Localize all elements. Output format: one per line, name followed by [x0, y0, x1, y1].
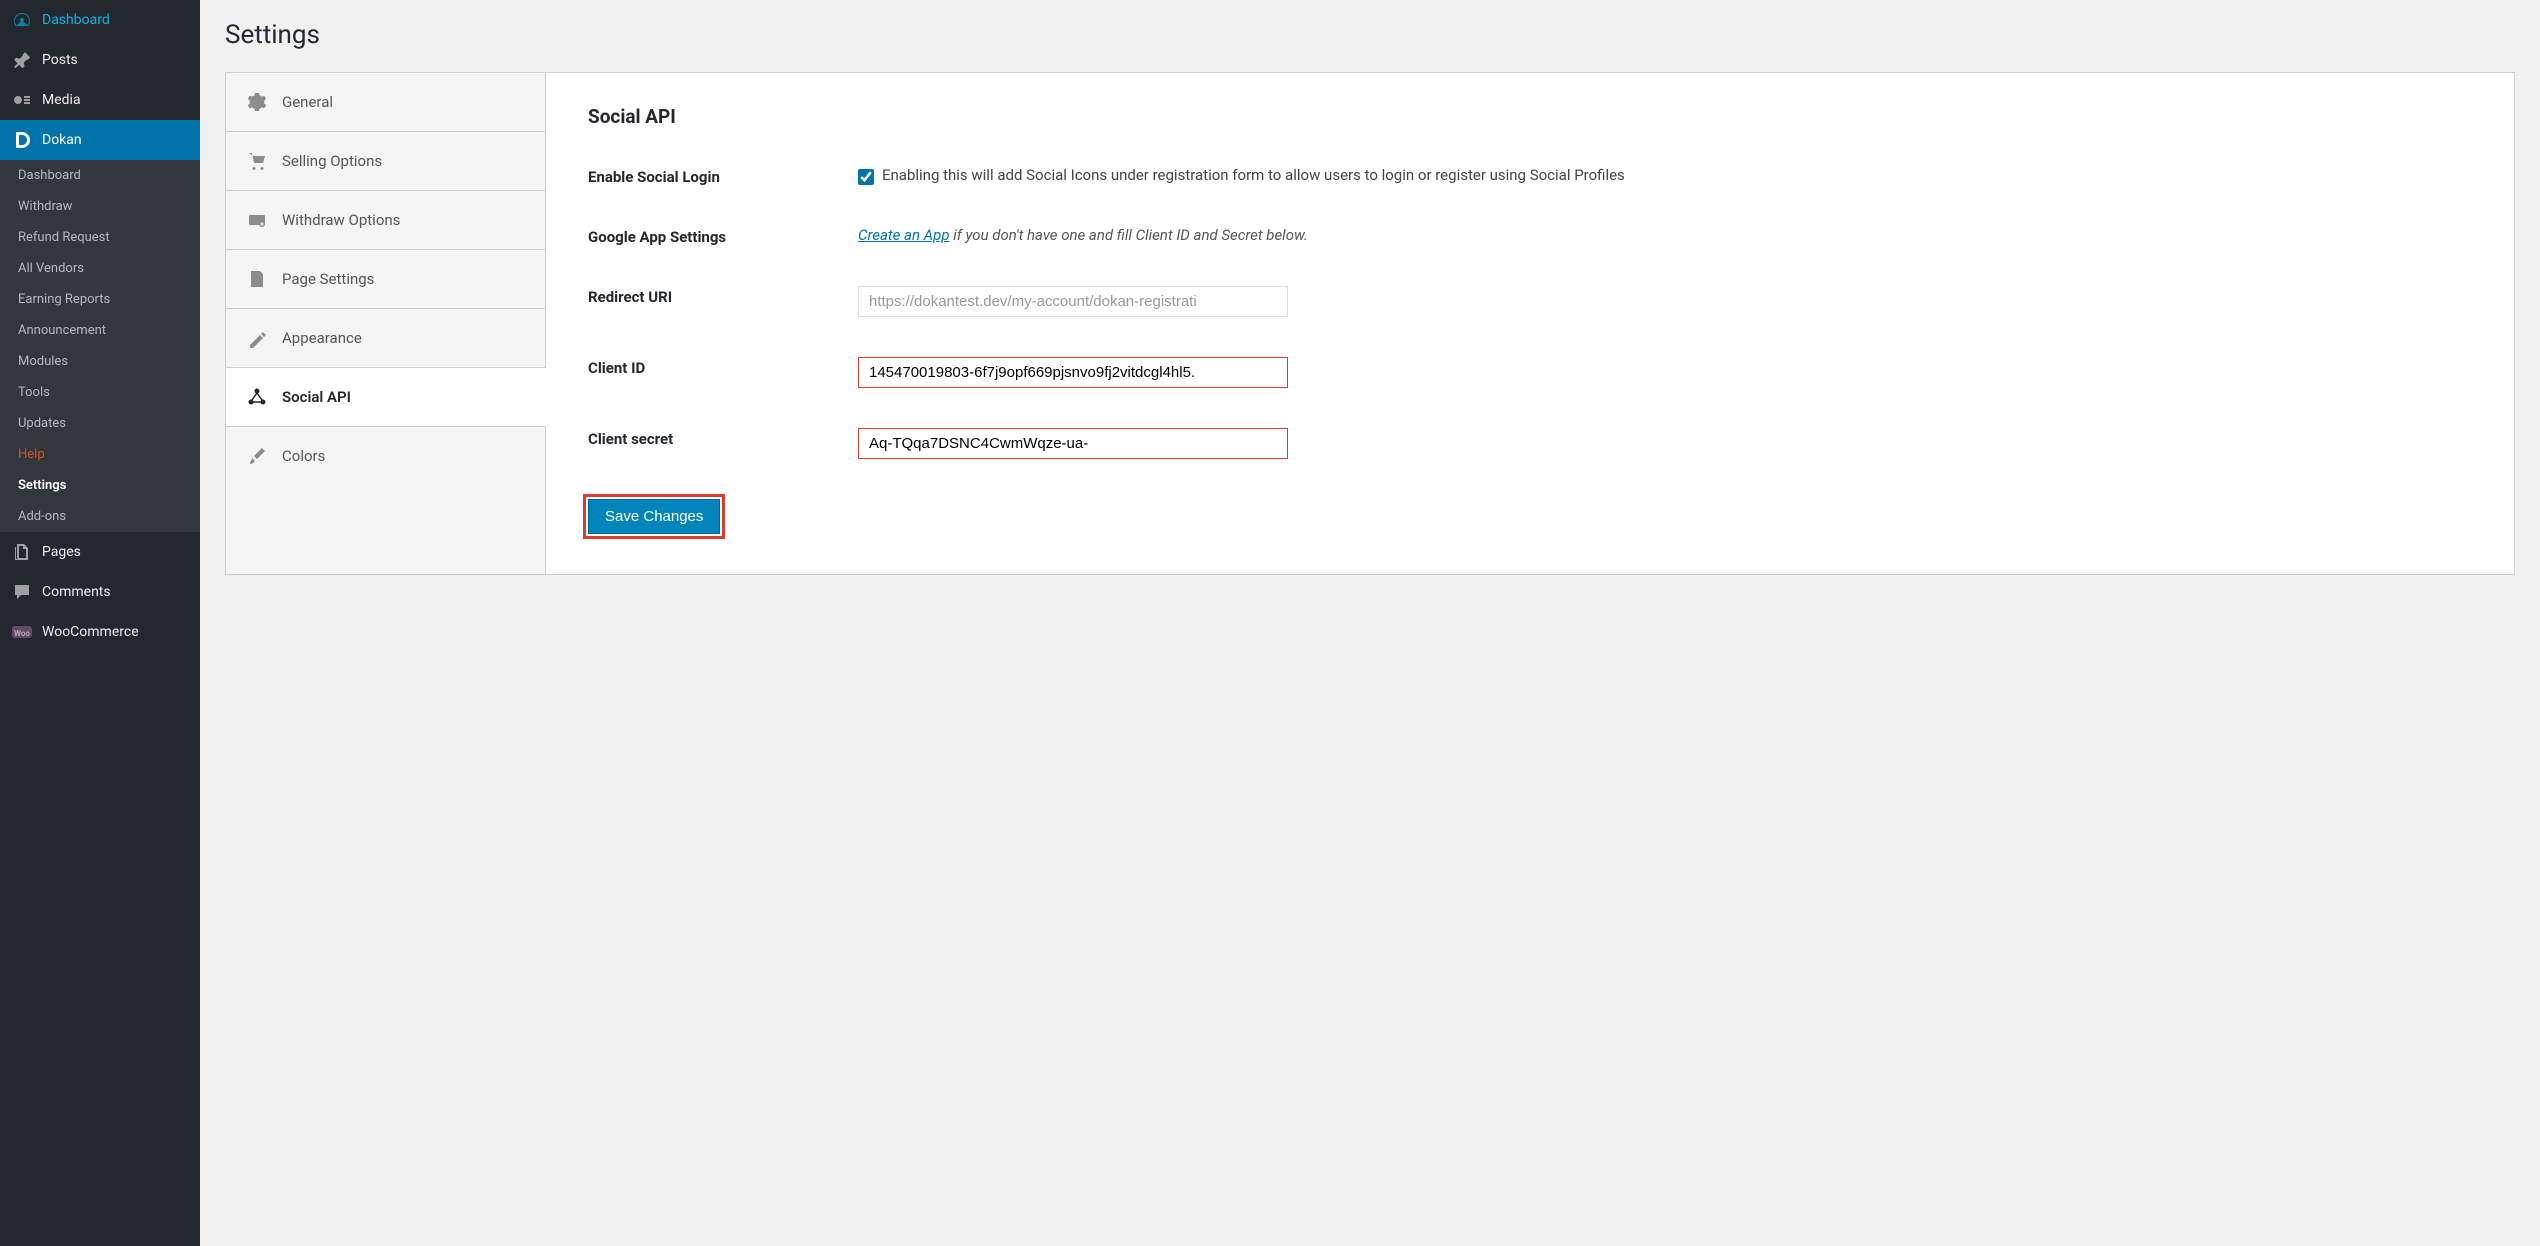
client-secret-label: Client secret [588, 428, 858, 448]
sidebar-item-label: WooCommerce [42, 624, 139, 640]
row-google-settings: Google App Settings Create an App if you… [588, 226, 2472, 246]
settings-panel: Social API Enable Social Login Enabling … [546, 73, 2514, 574]
sidebar-item-label: Media [42, 92, 81, 108]
sidebar-item-label: Posts [42, 52, 78, 68]
pages-icon [12, 542, 32, 562]
pin-icon [12, 50, 32, 70]
cart-icon [246, 150, 268, 172]
row-client-id: Client ID [588, 357, 2472, 388]
withdraw-icon [246, 209, 268, 231]
submenu-item-dashboard[interactable]: Dashboard [0, 160, 200, 191]
settings-tabs: General Selling Options Withdraw Options [226, 73, 546, 574]
dokan-icon [12, 130, 32, 150]
tab-label: Colors [282, 447, 325, 465]
tab-label: Appearance [282, 329, 362, 347]
submenu-item-updates[interactable]: Updates [0, 408, 200, 439]
tab-label: Selling Options [282, 152, 382, 170]
google-settings-label: Google App Settings [588, 226, 858, 246]
submenu-item-help[interactable]: Help [0, 439, 200, 470]
submenu-item-addons[interactable]: Add-ons [0, 501, 200, 532]
save-changes-button[interactable]: Save Changes [588, 499, 720, 534]
row-redirect-uri: Redirect URI [588, 286, 2472, 317]
tab-label: Withdraw Options [282, 211, 400, 229]
page-title: Settings [225, 20, 2515, 50]
enable-social-desc: Enabling this will add Social Icons unde… [882, 166, 1625, 185]
gear-icon [246, 91, 268, 113]
client-id-input[interactable] [858, 357, 1288, 388]
tab-label: Social API [282, 388, 351, 406]
sidebar-item-label: Pages [42, 544, 81, 560]
redirect-uri-input[interactable] [858, 286, 1288, 317]
sidebar-item-label: Dokan [42, 132, 82, 148]
sidebar-item-dashboard[interactable]: Dashboard [0, 0, 200, 40]
submenu-item-withdraw[interactable]: Withdraw [0, 191, 200, 222]
comment-icon [12, 582, 32, 602]
main-content: Settings General Selling Options [200, 0, 2540, 1246]
client-secret-input[interactable] [858, 428, 1288, 459]
tab-colors[interactable]: Colors [226, 427, 545, 485]
page-icon [246, 268, 268, 290]
panel-title: Social API [588, 105, 2472, 128]
svg-text:Woo: Woo [14, 629, 30, 638]
sidebar-item-woocommerce[interactable]: Woo WooCommerce [0, 612, 200, 652]
tab-withdraw[interactable]: Withdraw Options [226, 191, 545, 250]
client-id-label: Client ID [588, 357, 858, 377]
sidebar-item-media[interactable]: Media [0, 80, 200, 120]
tab-label: Page Settings [282, 270, 374, 288]
settings-container: General Selling Options Withdraw Options [225, 72, 2515, 575]
submenu-item-refund[interactable]: Refund Request [0, 222, 200, 253]
submenu-item-tools[interactable]: Tools [0, 377, 200, 408]
sidebar-item-dokan[interactable]: Dokan [0, 120, 200, 160]
sidebar-item-comments[interactable]: Comments [0, 572, 200, 612]
submenu-item-announcement[interactable]: Announcement [0, 315, 200, 346]
redirect-uri-label: Redirect URI [588, 286, 858, 306]
tab-appearance[interactable]: Appearance [226, 309, 545, 368]
admin-sidebar: Dashboard Posts Media Dokan Dashboard Wi… [0, 0, 200, 1246]
tab-social-api[interactable]: Social API [226, 368, 546, 427]
tab-page-settings[interactable]: Page Settings [226, 250, 545, 309]
enable-social-checkbox[interactable] [858, 169, 874, 185]
sidebar-item-pages[interactable]: Pages [0, 532, 200, 572]
submenu-item-vendors[interactable]: All Vendors [0, 253, 200, 284]
create-app-link[interactable]: Create an App [858, 226, 950, 244]
tab-label: General [282, 93, 333, 111]
dokan-submenu: Dashboard Withdraw Refund Request All Ve… [0, 160, 200, 532]
brush-icon [246, 445, 268, 467]
appearance-icon [246, 327, 268, 349]
dashboard-icon [12, 10, 32, 30]
row-client-secret: Client secret [588, 428, 2472, 459]
sidebar-item-label: Dashboard [42, 12, 110, 28]
sidebar-item-label: Comments [42, 584, 111, 600]
tab-selling[interactable]: Selling Options [226, 132, 545, 191]
sidebar-item-posts[interactable]: Posts [0, 40, 200, 80]
submenu-item-settings[interactable]: Settings [0, 470, 200, 501]
enable-social-label: Enable Social Login [588, 166, 858, 186]
network-icon [246, 386, 268, 408]
submenu-item-modules[interactable]: Modules [0, 346, 200, 377]
submenu-item-earning[interactable]: Earning Reports [0, 284, 200, 315]
row-enable-social: Enable Social Login Enabling this will a… [588, 166, 2472, 186]
woo-icon: Woo [12, 622, 32, 642]
tab-general[interactable]: General [226, 73, 545, 132]
create-app-desc: if you don't have one and fill Client ID… [950, 226, 1308, 244]
media-icon [12, 90, 32, 110]
